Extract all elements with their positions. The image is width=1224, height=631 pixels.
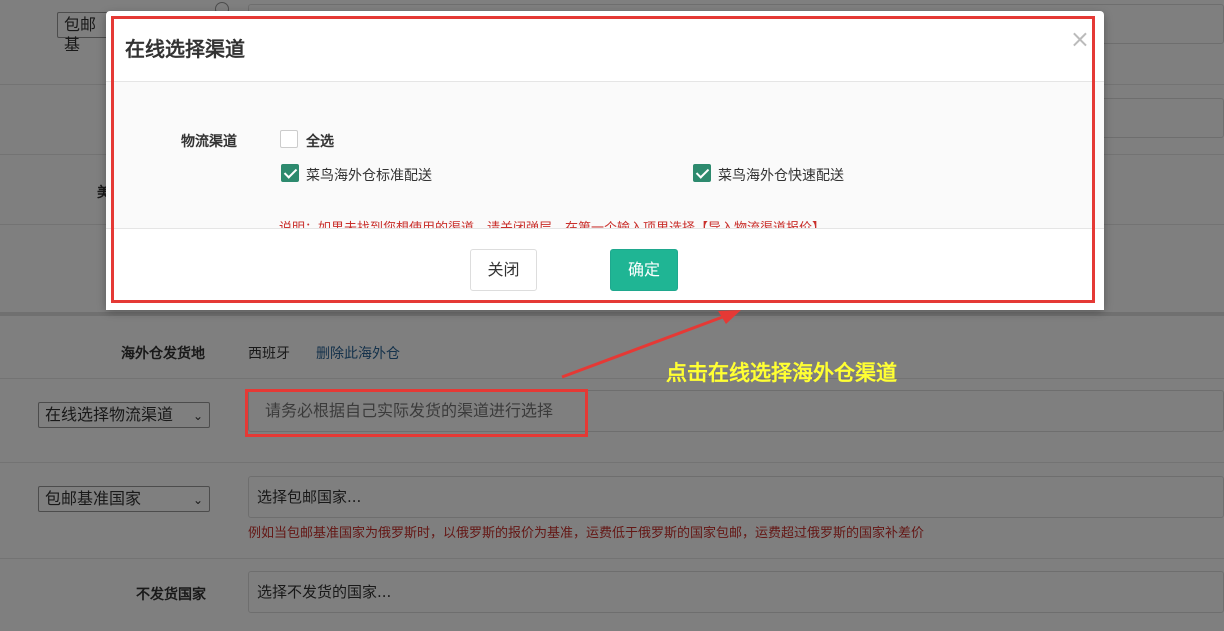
annotation-arrow [561, 310, 741, 379]
annotation-text: 点击在线选择海外仓渠道 [666, 361, 897, 385]
